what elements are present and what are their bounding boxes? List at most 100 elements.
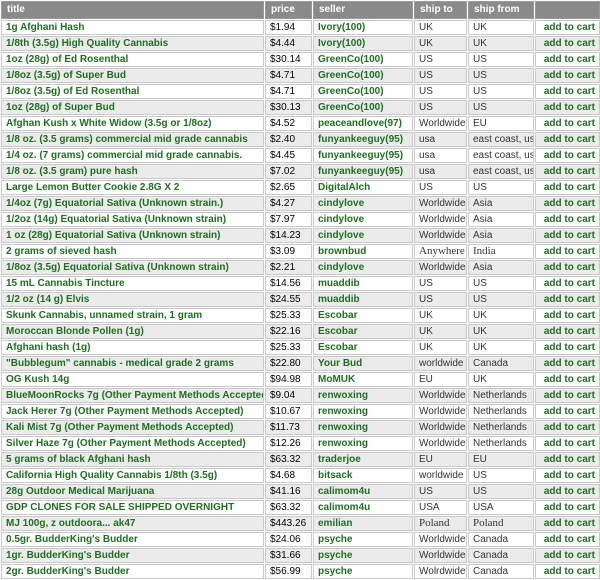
seller-link[interactable]: MoMUK — [313, 372, 413, 387]
add-to-cart-link[interactable]: add to cart — [535, 228, 600, 243]
add-to-cart-link[interactable]: add to cart — [535, 260, 600, 275]
add-to-cart-link[interactable]: add to cart — [535, 532, 600, 547]
seller-link[interactable]: renwoxing — [313, 436, 413, 451]
listing-title-link[interactable]: 1/8 oz. (3.5 grams) commercial mid grade… — [1, 132, 264, 147]
listing-title-link[interactable]: 1/2oz (14g) Equatorial Sativa (Unknown s… — [1, 212, 264, 227]
seller-link[interactable]: cindylove — [313, 260, 413, 275]
seller-link[interactable]: funyankeeguy(95) — [313, 148, 413, 163]
add-to-cart-link[interactable]: add to cart — [535, 84, 600, 99]
add-to-cart-link[interactable]: add to cart — [535, 500, 600, 515]
seller-link[interactable]: cindylove — [313, 212, 413, 227]
listing-title-link[interactable]: 1/4oz (7g) Equatorial Sativa (Unknown st… — [1, 196, 264, 211]
add-to-cart-link[interactable]: add to cart — [535, 68, 600, 83]
seller-link[interactable]: GreenCo(100) — [313, 68, 413, 83]
add-to-cart-link[interactable]: add to cart — [535, 20, 600, 35]
seller-link[interactable]: DigitalAlch — [313, 180, 413, 195]
listing-title-link[interactable]: 1/8oz (3.5g) Equatorial Sativa (Unknown … — [1, 260, 264, 275]
listing-title-link[interactable]: 1/8oz (3.5g) of Ed Rosenthal — [1, 84, 264, 99]
add-to-cart-link[interactable]: add to cart — [535, 244, 600, 259]
seller-link[interactable]: Ivory(100) — [313, 20, 413, 35]
listing-title-link[interactable]: 1/8th (3.5g) High Quality Cannabis — [1, 36, 264, 51]
listing-title-link[interactable]: GDP CLONES FOR SALE SHIPPED OVERNIGHT — [1, 500, 264, 515]
add-to-cart-link[interactable]: add to cart — [535, 356, 600, 371]
listing-title-link[interactable]: 1oz (28g) of Super Bud — [1, 100, 264, 115]
seller-link[interactable]: peaceandlove(97) — [313, 116, 413, 131]
add-to-cart-link[interactable]: add to cart — [535, 148, 600, 163]
listing-title-link[interactable]: California High Quality Cannabis 1/8th (… — [1, 468, 264, 483]
listing-title-link[interactable]: Jack Herer 7g (Other Payment Methods Acc… — [1, 404, 264, 419]
add-to-cart-link[interactable]: add to cart — [535, 548, 600, 563]
add-to-cart-link[interactable]: add to cart — [535, 516, 600, 531]
seller-link[interactable]: psyche — [313, 548, 413, 563]
listing-title-link[interactable]: 1oz (28g) of Ed Rosenthal — [1, 52, 264, 67]
listing-title-link[interactable]: BlueMoonRocks 7g (Other Payment Methods … — [1, 388, 264, 403]
seller-link[interactable]: Your Bud — [313, 356, 413, 371]
listing-title-link[interactable]: 28g Outdoor Medical Marijuana — [1, 484, 264, 499]
listing-title-link[interactable]: 2gr. BudderKing's Budder — [1, 564, 264, 579]
add-to-cart-link[interactable]: add to cart — [535, 116, 600, 131]
add-to-cart-link[interactable]: add to cart — [535, 324, 600, 339]
seller-link[interactable]: renwoxing — [313, 420, 413, 435]
add-to-cart-link[interactable]: add to cart — [535, 388, 600, 403]
add-to-cart-link[interactable]: add to cart — [535, 436, 600, 451]
listing-title-link[interactable]: MJ 100g, z outdoora... ak47 — [1, 516, 264, 531]
listing-title-link[interactable]: 1 oz (28g) Equatorial Sativa (Unknown st… — [1, 228, 264, 243]
seller-link[interactable]: bitsack — [313, 468, 413, 483]
add-to-cart-link[interactable]: add to cart — [535, 196, 600, 211]
seller-link[interactable]: GreenCo(100) — [313, 84, 413, 99]
seller-link[interactable]: calimom4u — [313, 500, 413, 515]
seller-link[interactable]: cindylove — [313, 228, 413, 243]
seller-link[interactable]: psyche — [313, 564, 413, 579]
add-to-cart-link[interactable]: add to cart — [535, 484, 600, 499]
listing-title-link[interactable]: 1g Afghani Hash — [1, 20, 264, 35]
seller-link[interactable]: renwoxing — [313, 388, 413, 403]
add-to-cart-link[interactable]: add to cart — [535, 420, 600, 435]
listing-title-link[interactable]: 1/8oz (3.5g) of Super Bud — [1, 68, 264, 83]
listing-title-link[interactable]: 1/4 oz. (7 grams) commercial mid grade c… — [1, 148, 264, 163]
listing-title-link[interactable]: Afghan Kush x White Widow (3.5g or 1/8oz… — [1, 116, 264, 131]
add-to-cart-link[interactable]: add to cart — [535, 452, 600, 467]
add-to-cart-link[interactable]: add to cart — [535, 100, 600, 115]
add-to-cart-link[interactable]: add to cart — [535, 180, 600, 195]
listing-title-link[interactable]: OG Kush 14g — [1, 372, 264, 387]
add-to-cart-link[interactable]: add to cart — [535, 308, 600, 323]
listing-title-link[interactable]: 15 mL Cannabis Tincture — [1, 276, 264, 291]
listing-title-link[interactable]: Moroccan Blonde Pollen (1g) — [1, 324, 264, 339]
seller-link[interactable]: Escobar — [313, 340, 413, 355]
seller-link[interactable]: calimom4u — [313, 484, 413, 499]
add-to-cart-link[interactable]: add to cart — [535, 292, 600, 307]
seller-link[interactable]: Ivory(100) — [313, 36, 413, 51]
add-to-cart-link[interactable]: add to cart — [535, 564, 600, 579]
seller-link[interactable]: funyankeeguy(95) — [313, 132, 413, 147]
seller-link[interactable]: GreenCo(100) — [313, 100, 413, 115]
listing-title-link[interactable]: Afghani hash (1g) — [1, 340, 264, 355]
add-to-cart-link[interactable]: add to cart — [535, 52, 600, 67]
listing-title-link[interactable]: 5 grams of black Afghani hash — [1, 452, 264, 467]
seller-link[interactable]: GreenCo(100) — [313, 52, 413, 67]
seller-link[interactable]: funyankeeguy(95) — [313, 164, 413, 179]
add-to-cart-link[interactable]: add to cart — [535, 212, 600, 227]
listing-title-link[interactable]: 2 grams of sieved hash — [1, 244, 264, 259]
seller-link[interactable]: muaddib — [313, 276, 413, 291]
seller-link[interactable]: muaddib — [313, 292, 413, 307]
seller-link[interactable]: traderjoe — [313, 452, 413, 467]
listing-title-link[interactable]: Kali Mist 7g (Other Payment Methods Acce… — [1, 420, 264, 435]
seller-link[interactable]: Escobar — [313, 324, 413, 339]
listing-title-link[interactable]: Silver Haze 7g (Other Payment Methods Ac… — [1, 436, 264, 451]
seller-link[interactable]: Escobar — [313, 308, 413, 323]
seller-link[interactable]: cindylove — [313, 196, 413, 211]
listing-title-link[interactable]: Skunk Cannabis, unnamed strain, 1 gram — [1, 308, 264, 323]
add-to-cart-link[interactable]: add to cart — [535, 36, 600, 51]
listing-title-link[interactable]: 1/2 oz (14 g) Elvis — [1, 292, 264, 307]
add-to-cart-link[interactable]: add to cart — [535, 372, 600, 387]
seller-link[interactable]: psyche — [313, 532, 413, 547]
listing-title-link[interactable]: 1/8 oz. (3.5 gram) pure hash — [1, 164, 264, 179]
add-to-cart-link[interactable]: add to cart — [535, 468, 600, 483]
add-to-cart-link[interactable]: add to cart — [535, 164, 600, 179]
listing-title-link[interactable]: 0.5gr. BudderKing's Budder — [1, 532, 264, 547]
seller-link[interactable]: emilian — [313, 516, 413, 531]
seller-link[interactable]: brownbud — [313, 244, 413, 259]
listing-title-link[interactable]: 1gr. BudderKing's Budder — [1, 548, 264, 563]
listing-title-link[interactable]: "Bubblegum" cannabis - medical grade 2 g… — [1, 356, 264, 371]
seller-link[interactable]: renwoxing — [313, 404, 413, 419]
